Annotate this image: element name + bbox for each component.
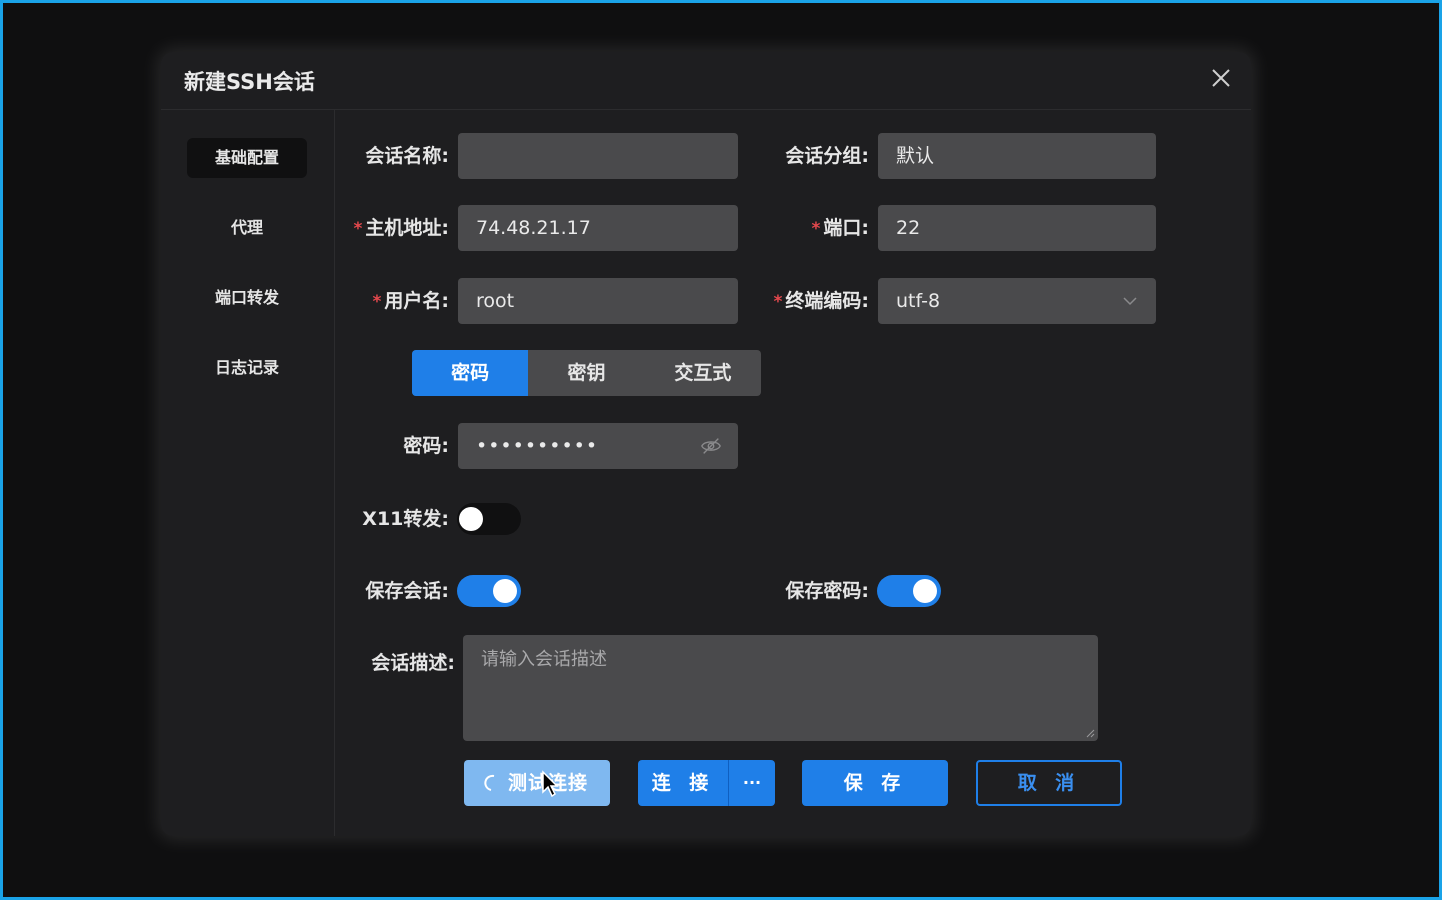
tab-interactive[interactable]: 交互式 <box>645 350 761 396</box>
required-mark: * <box>372 292 382 312</box>
tab-key[interactable]: 密钥 <box>528 350 644 396</box>
session-name-label: 会话名称: <box>365 145 449 167</box>
required-mark: * <box>811 219 821 239</box>
encoding-select[interactable]: utf-8 <box>878 278 1156 324</box>
port-input[interactable]: 22 <box>878 205 1156 251</box>
description-placeholder: 请输入会话描述 <box>481 649 607 670</box>
auth-method-tabs: 密码 密钥 交互式 <box>412 350 761 396</box>
username-label: * 用户名: <box>372 290 450 312</box>
host-input[interactable]: 74.48.21.17 <box>458 205 738 251</box>
username-input[interactable]: root <box>458 278 738 324</box>
resize-grip-icon[interactable] <box>1085 728 1095 738</box>
sidebar-item-proxy[interactable]: 代理 <box>187 208 307 248</box>
close-icon[interactable] <box>1209 66 1233 90</box>
dialog-header: 新建SSH会话 <box>161 52 1251 110</box>
description-label: 会话描述: <box>371 652 455 674</box>
sidebar: 基础配置 代理 端口转发 日志记录 <box>161 110 335 836</box>
required-mark: * <box>353 219 363 239</box>
save-password-label: 保存密码: <box>785 580 869 602</box>
test-connection-label: 测试连接 <box>507 772 588 794</box>
x11-forwarding-toggle[interactable] <box>457 503 521 535</box>
test-connection-button[interactable]: 测试连接 <box>464 760 610 806</box>
password-label: 密码: <box>403 435 449 457</box>
connect-button[interactable]: 连 接 <box>638 760 728 806</box>
session-group-input[interactable]: 默认 <box>878 133 1156 179</box>
toggle-knob <box>459 507 483 531</box>
connect-button-group: 连 接 ··· <box>638 760 775 806</box>
save-session-label: 保存会话: <box>365 580 449 602</box>
tab-password[interactable]: 密码 <box>412 350 529 396</box>
save-button[interactable]: 保 存 <box>802 760 948 806</box>
password-value: •••••••••• <box>476 435 599 457</box>
password-input[interactable]: •••••••••• <box>458 423 738 469</box>
save-session-toggle[interactable] <box>457 575 521 607</box>
new-ssh-session-dialog: 新建SSH会话 基础配置 代理 端口转发 日志记录 会话名称: 会话分组: 默认… <box>161 52 1251 836</box>
session-name-input[interactable] <box>458 133 738 179</box>
port-label: * 端口: <box>811 217 870 239</box>
sidebar-item-basic-config[interactable]: 基础配置 <box>187 138 307 178</box>
sidebar-item-port-forwarding[interactable]: 端口转发 <box>187 278 307 318</box>
chevron-down-icon <box>1123 297 1137 306</box>
connect-more-button[interactable]: ··· <box>729 760 775 806</box>
session-group-label: 会话分组: <box>785 145 869 167</box>
eye-off-icon[interactable] <box>700 435 722 457</box>
required-mark: * <box>773 292 783 312</box>
x11-forwarding-label: X11转发: <box>362 508 449 530</box>
toggle-knob <box>913 579 937 603</box>
description-textarea[interactable]: 请输入会话描述 <box>463 635 1098 741</box>
dialog-title: 新建SSH会话 <box>184 70 315 94</box>
loading-spinner-icon <box>484 774 495 791</box>
host-label: * 主机地址: <box>353 217 450 239</box>
cancel-button[interactable]: 取 消 <box>976 760 1122 806</box>
encoding-label: * 终端编码: <box>773 290 870 312</box>
encoding-value: utf-8 <box>896 290 941 312</box>
sidebar-item-logging[interactable]: 日志记录 <box>187 348 307 388</box>
save-password-toggle[interactable] <box>877 575 941 607</box>
toggle-knob <box>493 579 517 603</box>
